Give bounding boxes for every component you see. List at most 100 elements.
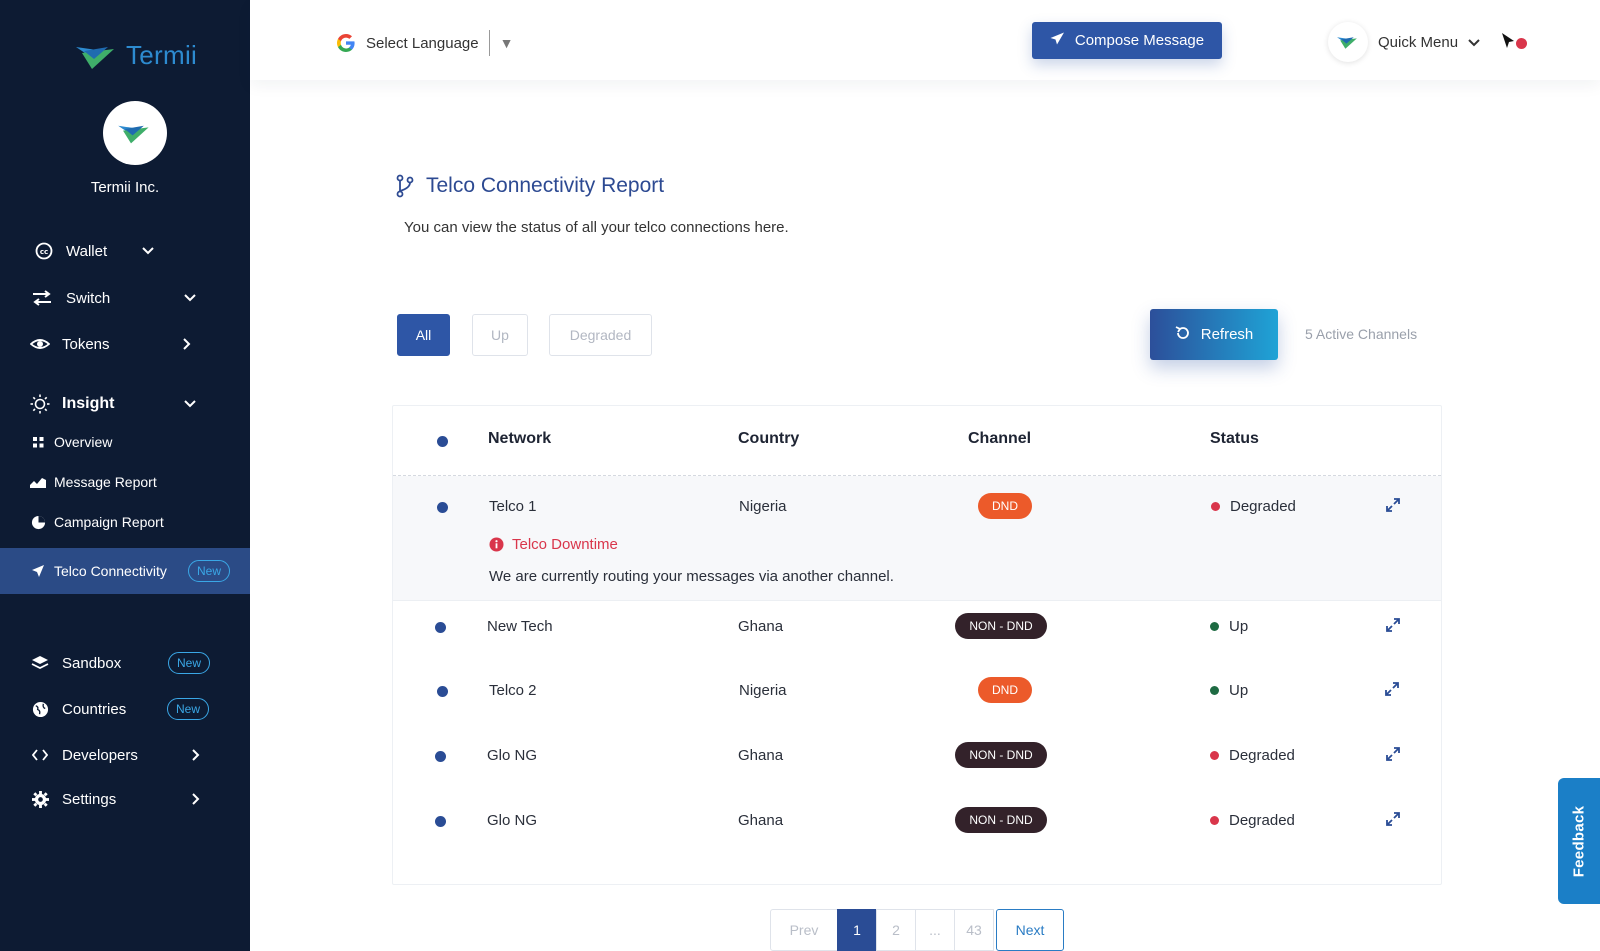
sidebar-item-settings[interactable]: Settings	[0, 779, 250, 819]
sidebar-item-label: Tokens	[62, 335, 110, 353]
globe-icon	[30, 699, 50, 719]
table-row[interactable]: Glo NG Ghana NON - DND Degraded	[393, 731, 1441, 793]
caret-down-icon[interactable]: ▼	[500, 35, 514, 51]
gear-icon	[30, 789, 50, 809]
send-icon	[1050, 32, 1065, 49]
new-badge: New	[168, 652, 211, 674]
active-channels-count: 5 Active Channels	[1305, 326, 1418, 342]
column-header-country: Country	[738, 430, 800, 447]
table-row[interactable]: Telco 1 Nigeria DND Degraded Telco Downt…	[393, 476, 1441, 601]
quick-menu-label: Quick Menu	[1378, 33, 1459, 51]
refresh-button[interactable]: Refresh	[1150, 309, 1278, 360]
filter-all-button[interactable]: All	[397, 314, 450, 356]
area-chart-icon	[30, 474, 46, 490]
table-row[interactable]: Telco 2 Nigeria DND Up	[393, 666, 1441, 728]
country-cell: Ghana	[738, 618, 784, 635]
divider	[488, 30, 490, 56]
layers-icon	[30, 653, 50, 673]
status-cell: Up	[1210, 682, 1248, 699]
pie-chart-icon	[30, 514, 46, 530]
sidebar-item-developers[interactable]: Developers	[0, 735, 250, 775]
network-cell: New Tech	[487, 618, 553, 635]
row-dot	[437, 502, 448, 513]
expand-icon[interactable]	[1386, 747, 1402, 763]
wallet-icon: cc	[34, 241, 54, 261]
page-ellipsis: ...	[915, 909, 955, 951]
country-cell: Ghana	[738, 812, 784, 829]
quick-menu[interactable]: Quick Menu	[1328, 22, 1480, 62]
new-badge: New	[188, 560, 231, 582]
status-cell: Degraded	[1211, 498, 1296, 515]
svg-text:cc: cc	[40, 248, 48, 256]
sidebar-item-label: Overview	[54, 434, 113, 450]
info-icon	[489, 537, 504, 552]
page-title-text: Telco Connectivity Report	[426, 174, 665, 197]
filter-degraded-button[interactable]: Degraded	[549, 314, 652, 356]
sidebar-item-sandbox[interactable]: Sandbox New	[0, 643, 250, 683]
table-row[interactable]: New Tech Ghana NON - DND Up	[393, 601, 1441, 663]
sidebar-item-tokens[interactable]: Tokens	[0, 324, 250, 364]
sidebar-item-label: Developers	[62, 746, 138, 764]
expand-icon[interactable]	[1386, 618, 1402, 634]
expand-icon[interactable]	[1385, 682, 1401, 698]
sidebar-item-label: Countries	[62, 700, 127, 718]
column-header-network: Network	[488, 430, 552, 447]
google-icon	[337, 34, 355, 52]
language-label: Select Language	[366, 34, 479, 52]
sidebar-item-label: Message Report	[54, 474, 157, 490]
refresh-label: Refresh	[1200, 326, 1254, 343]
sidebar-item-countries[interactable]: Countries New	[0, 689, 250, 729]
sidebar-item-insight[interactable]: Insight	[0, 384, 250, 424]
sidebar-item-campaign-report[interactable]: Campaign Report	[0, 505, 250, 539]
table-header: Network Country Channel Status	[393, 406, 1441, 476]
chevron-down-icon	[183, 397, 197, 411]
row-dot	[437, 686, 448, 697]
sidebar-item-label: Sandbox	[62, 654, 122, 672]
prev-page-button[interactable]: Prev	[770, 909, 838, 951]
table-row[interactable]: Glo NG Ghana NON - DND Degraded	[393, 796, 1441, 858]
status-cell: Up	[1210, 618, 1248, 635]
country-cell: Ghana	[738, 747, 784, 764]
downtime-title: Telco Downtime	[512, 536, 618, 553]
sidebar-item-label: Switch	[66, 289, 111, 307]
status-label: Degraded	[1230, 498, 1296, 515]
row-dot	[435, 816, 446, 827]
compose-message-button[interactable]: Compose Message	[1032, 22, 1222, 59]
next-page-button[interactable]: Next	[996, 909, 1064, 951]
sidebar-item-message-report[interactable]: Message Report	[0, 465, 250, 499]
notification-bell[interactable]	[1499, 31, 1529, 53]
status-cell: Degraded	[1210, 812, 1295, 829]
telco-table: Network Country Channel Status Telco 1 N…	[392, 405, 1442, 885]
expand-icon[interactable]	[1386, 812, 1402, 828]
page-button-43[interactable]: 43	[954, 909, 994, 951]
country-cell: Nigeria	[739, 498, 787, 515]
channel-badge: DND	[978, 493, 1032, 519]
brand-name: Termii	[126, 40, 198, 70]
sidebar-item-switch[interactable]: Switch	[0, 278, 250, 318]
sidebar-item-telco-connectivity[interactable]: Telco Connectivity New	[0, 548, 250, 594]
chevron-down-icon	[141, 244, 155, 258]
channel-badge: NON - DND	[955, 613, 1047, 639]
expand-icon[interactable]	[1386, 498, 1402, 514]
status-label: Up	[1229, 618, 1249, 635]
sidebar-item-label: Campaign Report	[54, 514, 164, 530]
network-cell: Telco 2	[489, 682, 537, 699]
row-dot	[435, 622, 446, 633]
sidebar-item-overview[interactable]: Overview	[0, 425, 250, 459]
filter-up-button[interactable]: Up	[472, 314, 528, 356]
page-button-1[interactable]: 1	[837, 909, 877, 951]
sidebar-item-wallet[interactable]: cc Wallet	[0, 231, 250, 271]
column-header-status: Status	[1210, 430, 1259, 447]
row-dot	[435, 751, 446, 762]
org-avatar[interactable]	[103, 101, 167, 165]
switch-icon	[30, 288, 54, 308]
brand-logo[interactable]: Termii	[74, 40, 197, 71]
channel-badge: NON - DND	[955, 742, 1047, 768]
header-dot	[437, 436, 448, 447]
page-button-2[interactable]: 2	[876, 909, 916, 951]
tokens-icon	[30, 334, 50, 354]
language-selector[interactable]: Select Language ▼	[336, 30, 513, 56]
status-label: Degraded	[1229, 812, 1295, 829]
status-label: Degraded	[1229, 747, 1295, 764]
feedback-tab[interactable]: Feedback	[1558, 778, 1600, 904]
